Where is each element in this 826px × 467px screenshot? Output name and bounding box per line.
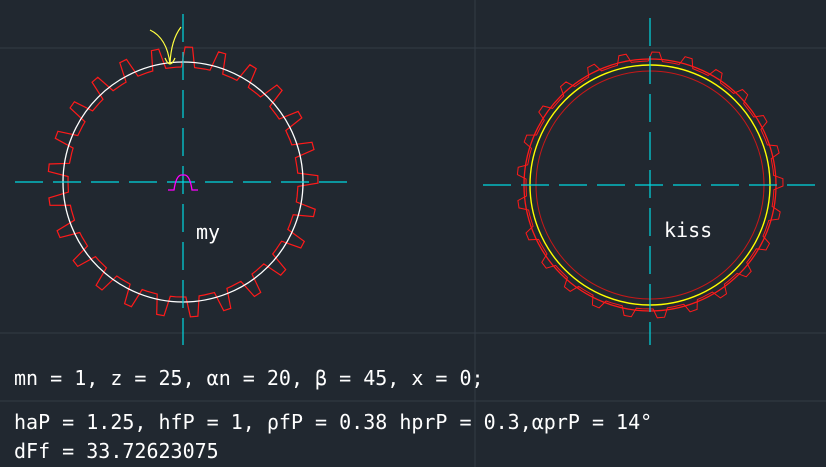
note-dff-value: dFf = 33.72623075 bbox=[14, 439, 219, 463]
note-gear-parameters: mn = 1, z = 25, αn = 20, β = 45, x = 0; bbox=[14, 366, 484, 390]
label-my: my bbox=[196, 220, 220, 244]
note-tool-profile: haP = 1.25, hfP = 1, ρfP = 0.38 hprP = 0… bbox=[14, 410, 652, 434]
label-kiss: kiss bbox=[664, 218, 712, 242]
gear-my: my bbox=[15, 14, 352, 345]
cad-drawing-canvas: my kiss mn = 1, z = 25, αn = 20, β = 45,… bbox=[0, 0, 826, 467]
tooth-flank-curve bbox=[149, 26, 182, 65]
gear-kiss: kiss bbox=[483, 18, 817, 345]
